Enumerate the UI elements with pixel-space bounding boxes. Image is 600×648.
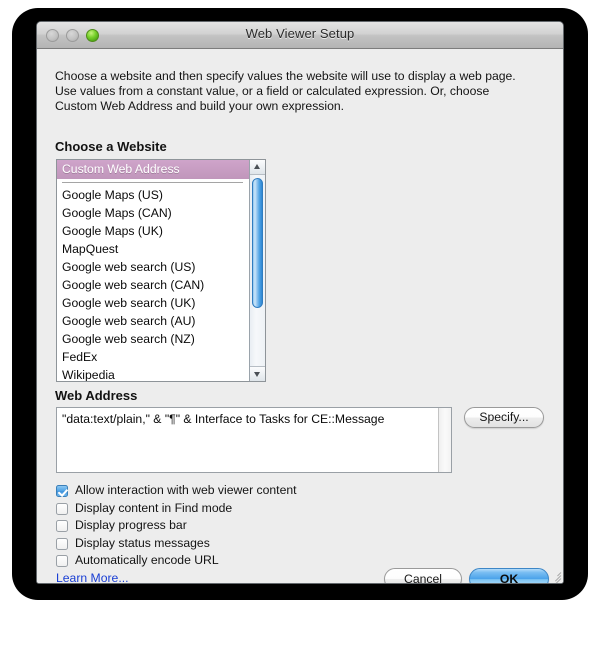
- list-item[interactable]: Google web search (UK): [57, 294, 249, 312]
- list-item[interactable]: Wikipedia: [57, 366, 249, 381]
- web-address-label: Web Address: [55, 388, 138, 403]
- choose-website-label: Choose a Website: [55, 139, 167, 154]
- list-separator: [62, 182, 243, 183]
- list-item[interactable]: Google web search (AU): [57, 312, 249, 330]
- list-item[interactable]: FedEx: [57, 348, 249, 366]
- option-label: Display content in Find mode: [75, 500, 233, 515]
- intro-description: Choose a website and then specify values…: [55, 69, 516, 113]
- option-label: Automatically encode URL: [75, 553, 219, 567]
- list-item[interactable]: Google web search (CAN): [57, 276, 249, 294]
- scrollbar-thumb[interactable]: [252, 178, 263, 308]
- web-viewer-setup-dialog: Web Viewer Setup Choose a website and th…: [36, 21, 564, 584]
- list-item[interactable]: Google Maps (US): [57, 186, 249, 204]
- dialog-content: Choose a website and then specify values…: [37, 49, 563, 583]
- web-address-scrollbar[interactable]: [438, 408, 451, 472]
- option-label: Allow interaction with web viewer conten…: [75, 483, 297, 497]
- website-list-rows: Custom Web Address Google Maps (US) Goog…: [57, 160, 249, 381]
- checkbox-progress-bar[interactable]: [56, 520, 68, 532]
- specify-button[interactable]: Specify...: [464, 407, 544, 428]
- checkbox-find-mode[interactable]: [56, 502, 68, 515]
- web-address-input[interactable]: "data:text/plain," & "¶" & Interface to …: [56, 407, 452, 473]
- website-listbox[interactable]: Custom Web Address Google Maps (US) Goog…: [56, 159, 266, 382]
- resize-grip-icon[interactable]: [548, 568, 562, 583]
- ok-button[interactable]: OK: [469, 568, 549, 583]
- scroll-up-arrow-icon[interactable]: [250, 160, 265, 175]
- window-titlebar[interactable]: Web Viewer Setup: [37, 22, 563, 49]
- list-item[interactable]: Google Maps (UK): [57, 222, 249, 240]
- option-label: Display progress bar: [75, 518, 187, 532]
- list-item[interactable]: Google Maps (CAN): [57, 204, 249, 222]
- list-item-selected[interactable]: Custom Web Address: [57, 160, 249, 179]
- cancel-button[interactable]: Cancel: [384, 568, 462, 583]
- web-address-value[interactable]: "data:text/plain," & "¶" & Interface to …: [62, 411, 433, 427]
- window-title: Web Viewer Setup: [245, 26, 355, 41]
- learn-more-link[interactable]: Learn More...: [56, 571, 128, 583]
- list-item[interactable]: Google web search (US): [57, 258, 249, 276]
- option-label: Display status messages: [75, 535, 210, 550]
- list-item[interactable]: MapQuest: [57, 240, 249, 258]
- checkbox-encode-url[interactable]: [56, 555, 68, 567]
- checkbox-allow-interaction[interactable]: [56, 485, 68, 497]
- screenshot-root: Web Viewer Setup Choose a website and th…: [0, 0, 600, 648]
- website-list-scrollbar[interactable]: [249, 160, 265, 381]
- scroll-down-arrow-icon[interactable]: [250, 366, 265, 381]
- checkbox-status-messages[interactable]: [56, 537, 68, 550]
- list-item[interactable]: Google web search (NZ): [57, 330, 249, 348]
